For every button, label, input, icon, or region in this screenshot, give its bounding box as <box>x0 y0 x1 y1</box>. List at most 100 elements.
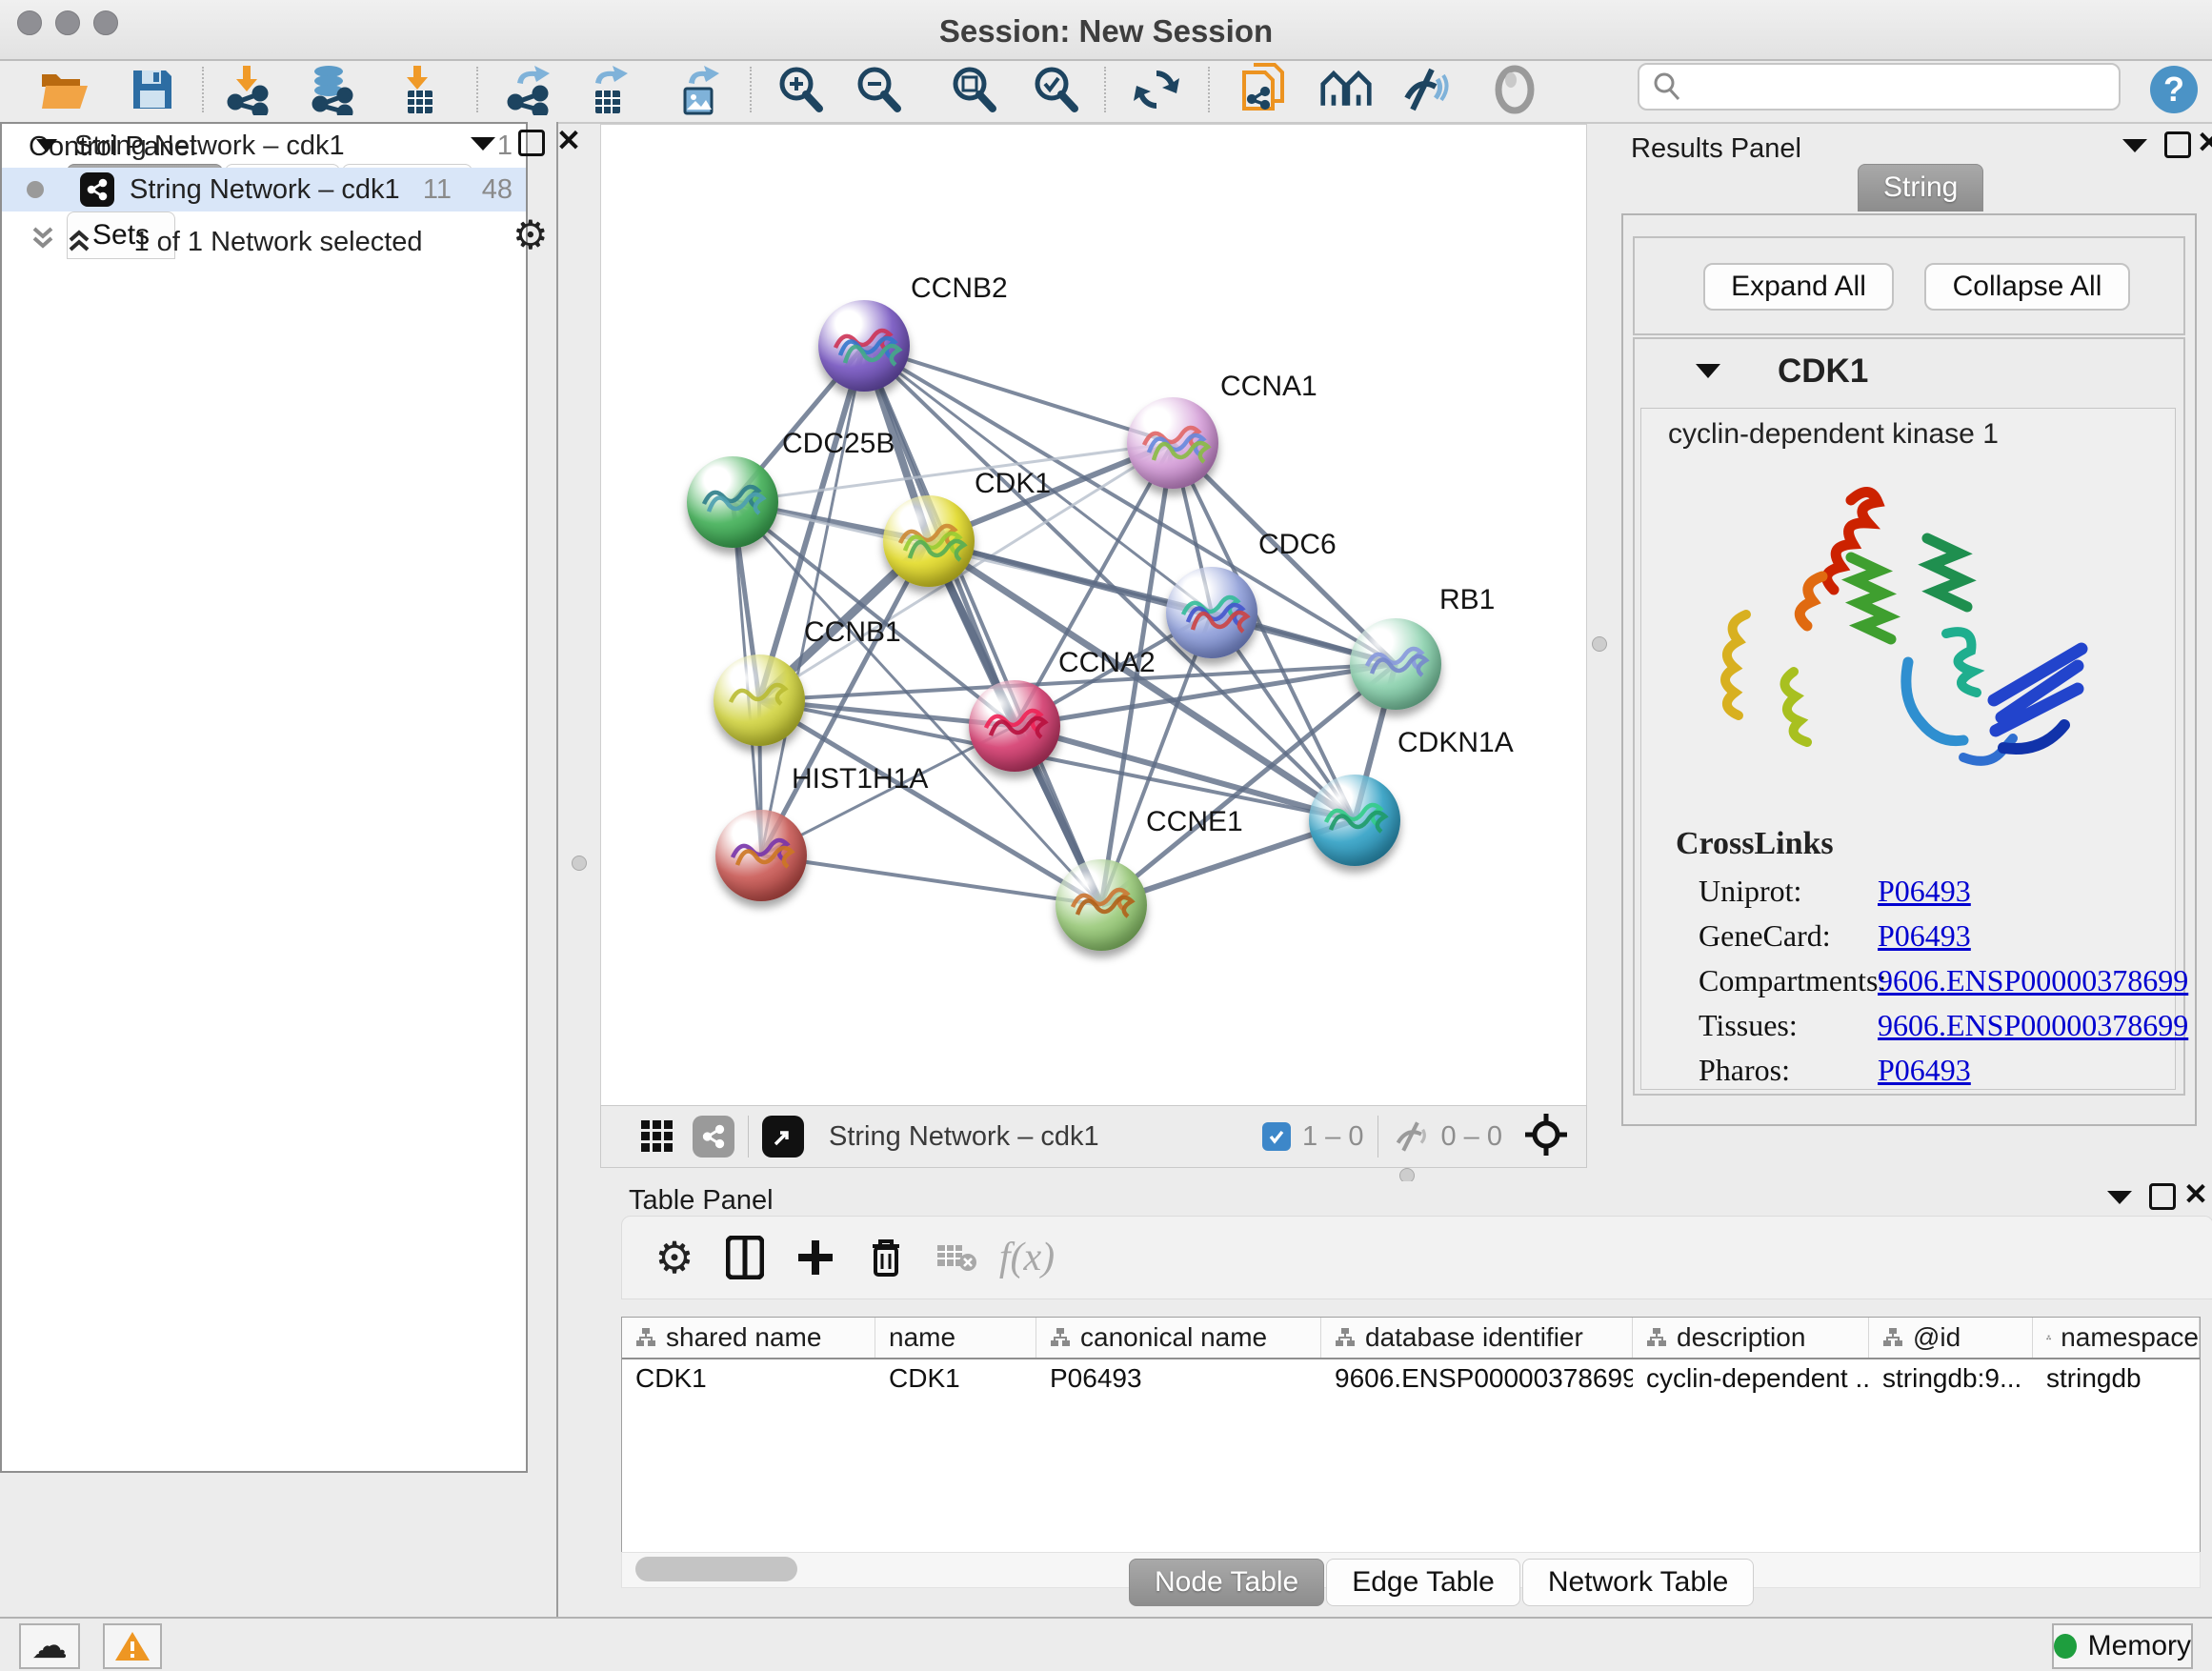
cloud-status-button[interactable]: ☁ <box>19 1623 80 1669</box>
table-panel-float-icon[interactable] <box>2149 1183 2176 1210</box>
network-node-CCNB1[interactable] <box>714 654 805 746</box>
hide-selected-button[interactable] <box>1398 63 1452 116</box>
network-node-RB1[interactable] <box>1350 618 1441 710</box>
network-node-HIST1H1A[interactable] <box>715 810 807 901</box>
zoom-out-button[interactable] <box>852 63 905 116</box>
network-selection-status: 1 of 1 Network selected <box>0 227 556 258</box>
table-panel: Table Panel ✕ ⚙ f(x) shared namenamecano… <box>610 1181 2212 1612</box>
column-header-name[interactable]: name <box>875 1318 1036 1358</box>
table-tabs: Node TableEdge TableNetwork Table <box>1129 1559 1756 1606</box>
help-button[interactable]: ? <box>2147 63 2201 116</box>
network-node-CDK1[interactable] <box>883 495 975 587</box>
search-input[interactable] <box>1691 67 2119 107</box>
entry-collapse-icon[interactable] <box>1696 364 1720 378</box>
network-view-canvas[interactable]: CCNB2CCNA1CDC25BCDK1CDC6RB1CCNB1CCNA2CDK… <box>600 124 1587 1107</box>
selected-node-edge-counts: 1 – 0 <box>1302 1121 1364 1153</box>
create-column-icon[interactable] <box>780 1224 851 1291</box>
column-header-canonical-name[interactable]: canonical name <box>1036 1318 1321 1358</box>
delete-column-icon[interactable] <box>851 1224 921 1291</box>
right-splitter-handle[interactable] <box>1592 636 1607 652</box>
warnings-button[interactable] <box>103 1623 162 1669</box>
network-row-selected[interactable]: String Network – cdk1 11 48 <box>2 168 526 211</box>
crosslink-link[interactable]: 9606.ENSP00000378699 <box>1878 1008 2188 1043</box>
network-node-CDC25B[interactable] <box>687 456 778 548</box>
column-header-shared-name[interactable]: shared name <box>622 1318 875 1358</box>
network-options-gear-icon[interactable]: ⚙ <box>513 215 549 255</box>
tab-string[interactable]: String <box>1858 164 1983 211</box>
import-table-button[interactable] <box>392 63 445 116</box>
show-columns-icon[interactable] <box>710 1224 780 1291</box>
column-header-namespace[interactable]: namespace <box>2033 1318 2200 1358</box>
protein-ribbon-thumb <box>1127 397 1218 489</box>
export-network-button[interactable] <box>501 63 554 116</box>
selected-items-checkbox[interactable] <box>1262 1122 1291 1151</box>
network-node-CCNB2[interactable] <box>818 300 910 392</box>
column-header-database-identifier[interactable]: database identifier <box>1321 1318 1633 1358</box>
tab-edge-table[interactable]: Edge Table <box>1326 1559 1520 1606</box>
crosslink-link[interactable]: P06493 <box>1878 918 1971 954</box>
export-table-button[interactable] <box>579 63 633 116</box>
network-node-count: 11 <box>423 174 452 206</box>
tab-node-table[interactable]: Node Table <box>1129 1559 1324 1606</box>
crosslink-label: Uniprot: <box>1699 874 1801 909</box>
birds-eye-view-icon[interactable] <box>622 1103 693 1170</box>
table-cell[interactable]: P06493 <box>1036 1363 1321 1394</box>
network-node-CDC6[interactable] <box>1166 567 1257 658</box>
crosslink-link[interactable]: P06493 <box>1878 1053 1971 1088</box>
fit-selected-crosshair-icon[interactable] <box>1525 1114 1567 1160</box>
clone-network-button[interactable] <box>1237 63 1291 116</box>
results-panel-float-icon[interactable] <box>2164 131 2191 158</box>
network-overview-share-icon[interactable] <box>693 1116 734 1158</box>
table-toolbar: ⚙ f(x) <box>621 1216 2212 1299</box>
table-cell[interactable]: CDK1 <box>622 1363 875 1394</box>
collapse-all-button[interactable]: Collapse All <box>1924 263 2130 311</box>
node-label-CCNB1: CCNB1 <box>804 616 901 649</box>
table-cell[interactable]: stringdb <box>2033 1363 2200 1394</box>
table-cell[interactable]: CDK1 <box>875 1363 1036 1394</box>
network-node-CDKN1A[interactable] <box>1309 775 1400 866</box>
import-network-from-database-button[interactable] <box>303 63 356 116</box>
column-header--id[interactable]: @id <box>1869 1318 2033 1358</box>
crosslink-link[interactable]: 9606.ENSP00000378699 <box>1878 963 2188 998</box>
apply-layout-button[interactable] <box>1130 63 1183 116</box>
zoom-in-button[interactable] <box>774 63 827 116</box>
open-in-window-icon[interactable] <box>762 1116 804 1158</box>
protein-ribbon-thumb <box>883 495 975 587</box>
column-header-label: shared name <box>666 1322 821 1353</box>
table-cell[interactable]: cyclin-dependent ... <box>1633 1363 1869 1394</box>
expand-all-button[interactable]: Expand All <box>1703 263 1894 311</box>
table-panel-close-icon[interactable]: ✕ <box>2183 1179 2208 1209</box>
network-node-CCNA2[interactable] <box>969 680 1060 772</box>
memory-button[interactable]: Memory <box>2052 1623 2193 1669</box>
save-session-button[interactable] <box>126 63 179 116</box>
results-panel-close-icon[interactable]: ✕ <box>2197 128 2212 157</box>
shared-column-icon <box>1882 1327 1903 1348</box>
crosslink-link[interactable]: P06493 <box>1878 874 1971 909</box>
table-header-row: shared name namecanonical namedatabase id… <box>622 1318 2200 1359</box>
open-session-button[interactable] <box>38 63 91 116</box>
table-panel-menu-icon[interactable] <box>2107 1191 2132 1204</box>
network-node-CCNA1[interactable] <box>1127 397 1218 489</box>
network-collection-row[interactable]: String Network – cdk1 1 <box>2 124 526 168</box>
table-cell[interactable]: 9606.ENSP00000378699 <box>1321 1363 1633 1394</box>
zoom-fit-button[interactable] <box>947 63 1000 116</box>
first-neighbors-button[interactable] <box>1319 63 1373 116</box>
scrollbar-thumb[interactable] <box>635 1557 797 1581</box>
show-all-button[interactable] <box>1488 63 1541 116</box>
table-options-gear-icon[interactable]: ⚙ <box>639 1224 710 1291</box>
toolbar-separator <box>1104 67 1106 112</box>
network-node-CCNE1[interactable] <box>1056 859 1147 951</box>
node-label-RB1: RB1 <box>1439 584 1495 616</box>
table-row[interactable]: CDK1CDK1P064939606.ENSP00000378699cyclin… <box>622 1359 2200 1398</box>
import-network-button[interactable] <box>221 63 274 116</box>
zoom-selected-button[interactable] <box>1029 63 1082 116</box>
collection-expand-icon[interactable] <box>36 139 57 152</box>
table-cell[interactable]: stringdb:9... <box>1869 1363 2033 1394</box>
column-header-description[interactable]: description <box>1633 1318 1869 1358</box>
results-panel-menu-icon[interactable] <box>2122 139 2147 152</box>
export-image-button[interactable] <box>671 63 724 116</box>
tab-network-table[interactable]: Network Table <box>1522 1559 1755 1606</box>
node-label-HIST1H1A: HIST1H1A <box>792 763 928 795</box>
left-splitter-handle[interactable] <box>572 856 587 871</box>
control-panel-close-icon[interactable]: ✕ <box>556 126 581 155</box>
